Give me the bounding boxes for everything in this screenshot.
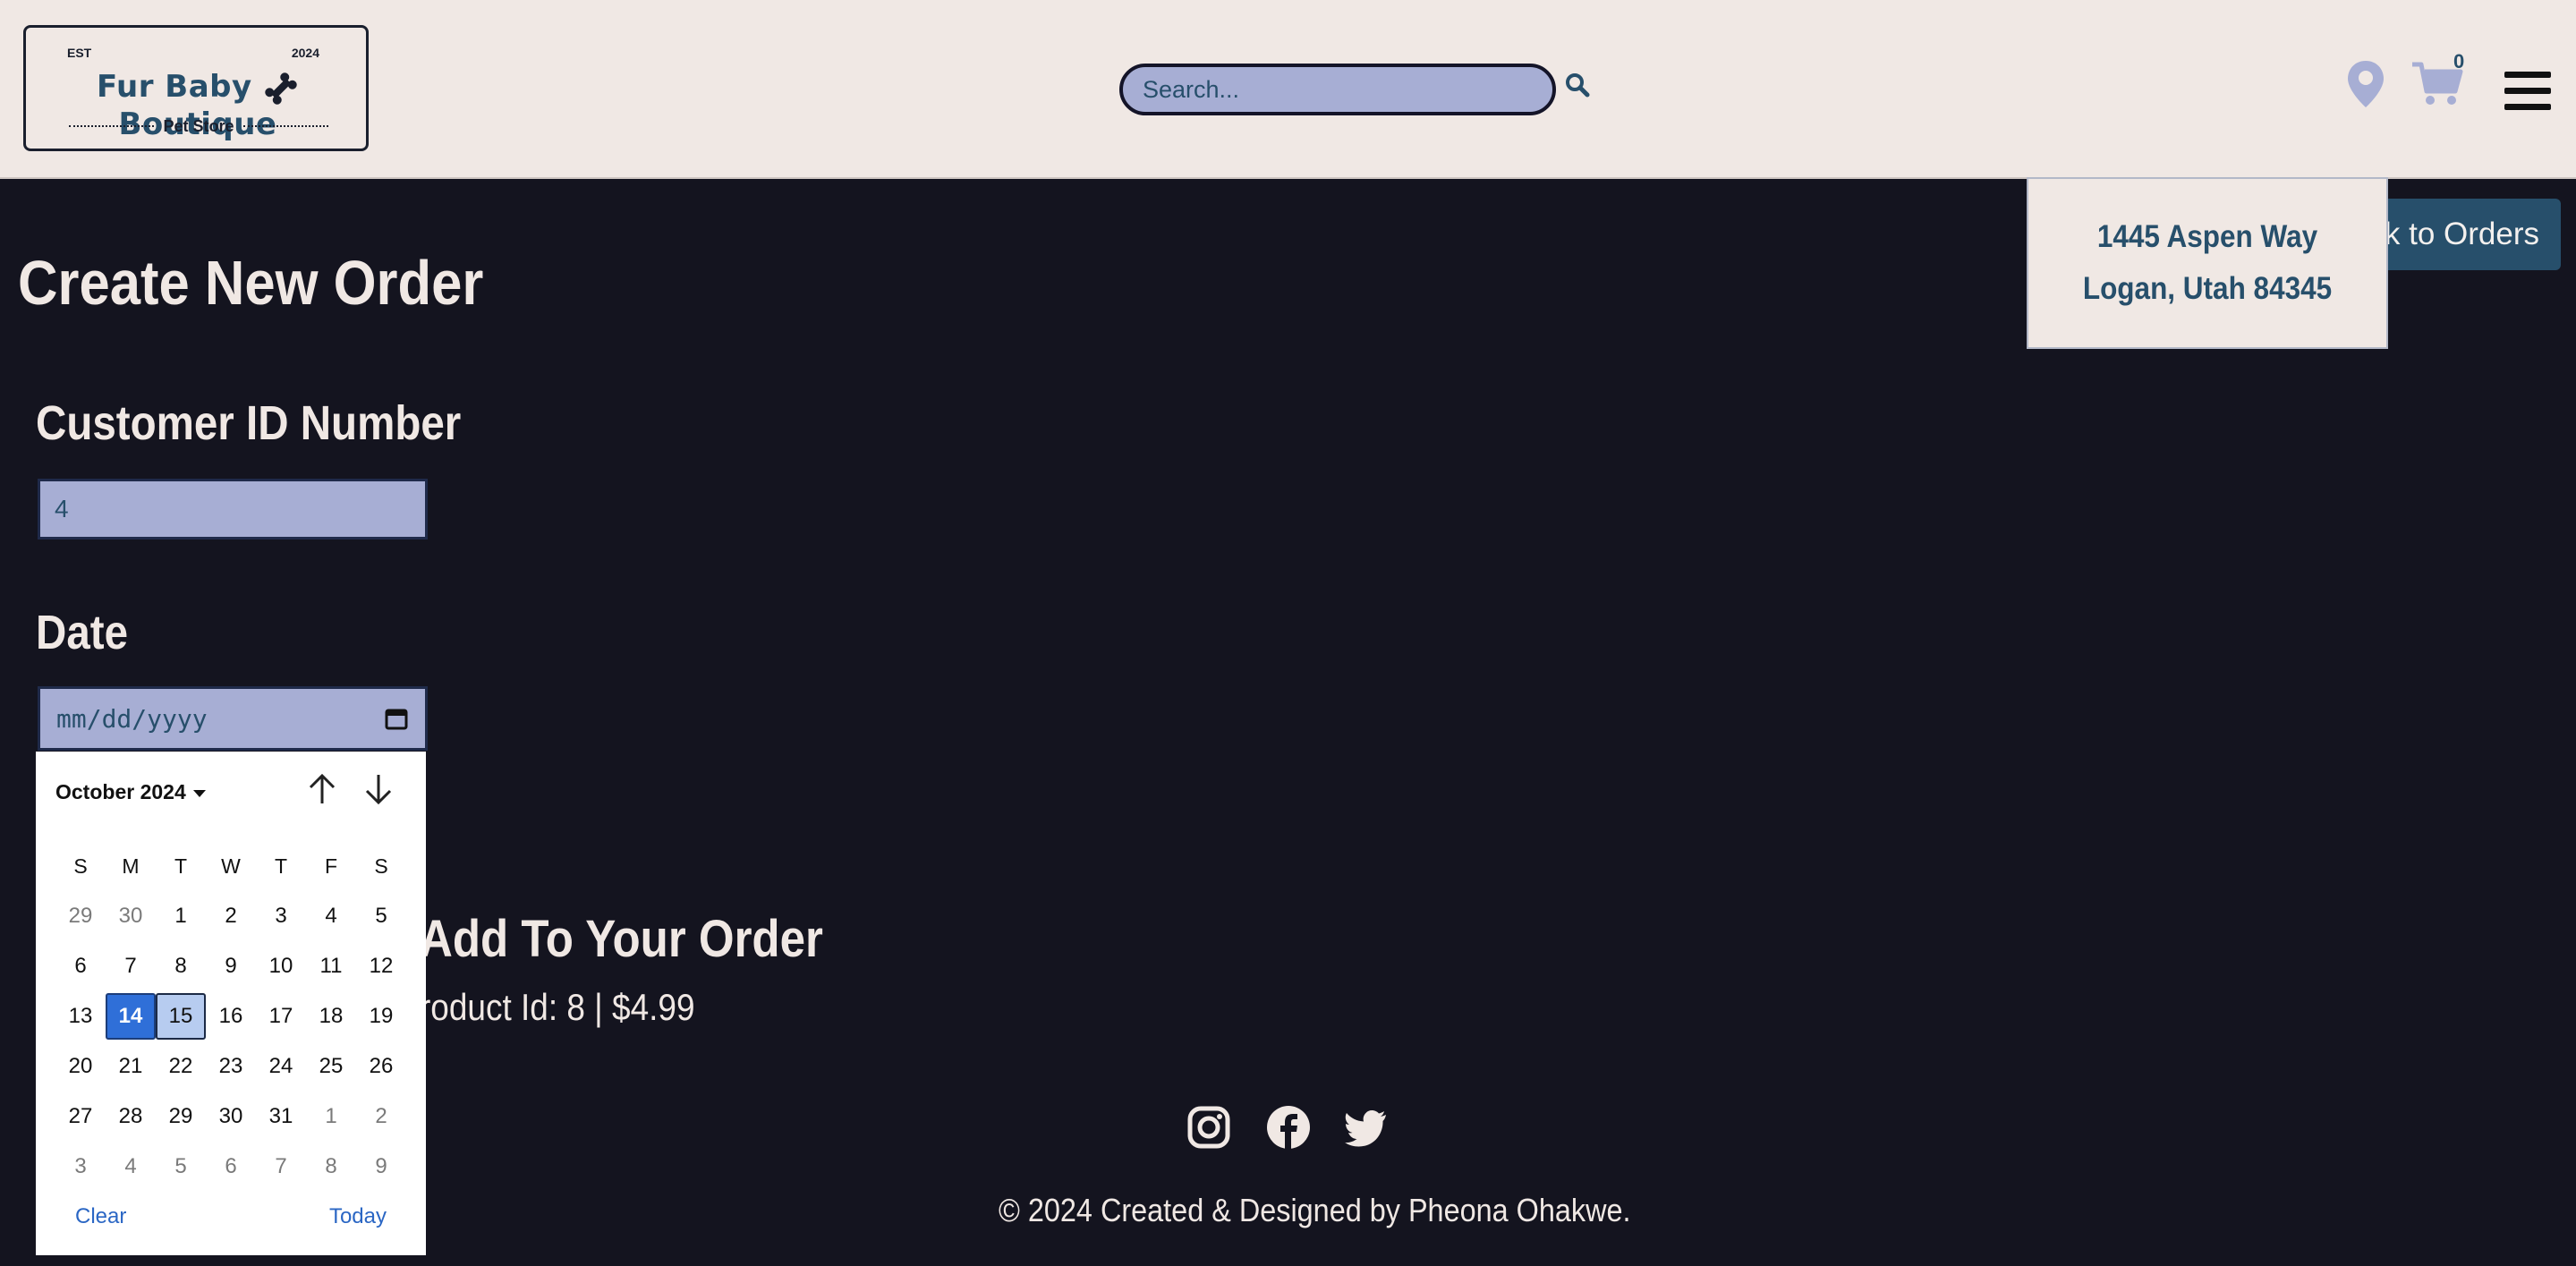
logo-subtitle: Pet Store — [163, 116, 234, 135]
store-logo[interactable]: EST 2024 Fur Baby Boutique Pet Store — [23, 25, 369, 151]
calendar-day[interactable]: 24 — [256, 1043, 306, 1090]
calendar-week-row: 6 7 8 9 10 11 12 — [55, 941, 406, 991]
customer-id-input[interactable] — [38, 479, 428, 540]
map-pin-icon[interactable] — [2346, 59, 2385, 109]
calendar-day[interactable]: 25 — [306, 1043, 356, 1090]
calendar-day[interactable]: 28 — [106, 1093, 156, 1140]
calendar-day[interactable]: 4 — [306, 893, 356, 939]
calendar-day[interactable]: 1 — [306, 1093, 356, 1140]
cart-count-badge: 0 — [2453, 50, 2465, 72]
weekday-label: T — [274, 854, 288, 878]
calendar-day[interactable]: 11 — [306, 943, 356, 990]
calendar-grid: S M T W T F S 29 30 1 2 3 4 5 6 7 8 9 10… — [55, 841, 406, 1192]
calendar-month-label: October 2024 — [55, 780, 186, 803]
calendar-day[interactable]: 16 — [206, 993, 256, 1040]
calendar-day[interactable]: 8 — [156, 943, 206, 990]
calendar-day[interactable]: 29 — [55, 893, 106, 939]
calendar-day[interactable]: 3 — [256, 893, 306, 939]
calendar-day[interactable]: 20 — [55, 1043, 106, 1090]
search-input[interactable] — [1119, 64, 1556, 115]
calendar-day[interactable]: 7 — [106, 943, 156, 990]
search-bar — [1119, 64, 1556, 115]
date-picker-popup: October 2024 S M T W T F S 29 30 1 2 3 4… — [36, 752, 426, 1255]
weekday-label: F — [324, 854, 338, 878]
logo-subtitle-row: Pet Store — [69, 115, 328, 137]
calendar-day[interactable]: 13 — [55, 993, 106, 1040]
logo-est: EST — [67, 46, 92, 60]
calendar-day[interactable]: 18 — [306, 993, 356, 1040]
site-header: EST 2024 Fur Baby Boutique Pet Store Sea… — [0, 0, 2576, 179]
calendar-week-row: 27 28 29 30 31 1 2 — [55, 1092, 406, 1142]
calendar-day[interactable]: 19 — [356, 993, 406, 1040]
calendar-day[interactable]: 17 — [256, 993, 306, 1040]
calendar-day[interactable]: 3 — [55, 1143, 106, 1190]
calendar-day[interactable]: 27 — [55, 1093, 106, 1140]
calendar-day-selected[interactable]: 14 — [106, 993, 156, 1040]
calendar-day[interactable]: 4 — [106, 1143, 156, 1190]
calendar-day[interactable]: 21 — [106, 1043, 156, 1090]
store-address: 1445 Aspen Way Logan, Utah 84345 — [2082, 219, 2333, 306]
calendar-day[interactable]: 10 — [256, 943, 306, 990]
arrow-up-icon[interactable] — [306, 771, 338, 807]
weekday-header-row: S M T W T F S — [55, 841, 406, 891]
calendar-week-row: 13 14 15 16 17 18 19 — [55, 991, 406, 1041]
footer-credit: © 2024 Created & Designed by Pheona Ohak… — [999, 1192, 1631, 1228]
product-line-item[interactable]: roduct Id: 8 | $4.99 — [420, 986, 695, 1029]
calendar-day[interactable]: 6 — [55, 943, 106, 990]
calendar-day[interactable]: 1 — [156, 893, 206, 939]
calendar-day[interactable]: 29 — [156, 1093, 206, 1140]
calendar-day[interactable]: 30 — [206, 1093, 256, 1140]
arrow-down-icon[interactable] — [362, 771, 395, 807]
calendar-today-button[interactable]: Today — [329, 1204, 387, 1229]
calendar-day[interactable]: 2 — [356, 1093, 406, 1140]
weekday-label: S — [73, 854, 88, 878]
add-to-order-heading: Add To Your Order — [420, 910, 823, 968]
calendar-icon[interactable] — [384, 706, 409, 731]
search-icon[interactable] — [1564, 72, 1591, 98]
calendar-day[interactable]: 30 — [106, 893, 156, 939]
calendar-day[interactable]: 9 — [356, 1143, 406, 1190]
logo-dots-right — [242, 125, 328, 127]
calendar-week-row: 3 4 5 6 7 8 9 — [55, 1142, 406, 1192]
calendar-day[interactable]: 9 — [206, 943, 256, 990]
calendar-week-row: 20 21 22 23 24 25 26 — [55, 1041, 406, 1092]
weekday-label: S — [374, 854, 388, 878]
date-label: Date — [36, 606, 129, 659]
calendar-day[interactable]: 22 — [156, 1043, 206, 1090]
weekday-label: M — [122, 854, 140, 878]
calendar-day[interactable]: 6 — [206, 1143, 256, 1190]
calendar-week-row: 29 30 1 2 3 4 5 — [55, 891, 406, 941]
weekday-label: T — [174, 854, 188, 878]
page-title: Create New Order — [18, 248, 484, 318]
calendar-day[interactable]: 7 — [256, 1143, 306, 1190]
calendar-month-select[interactable]: October 2024 — [55, 780, 206, 804]
facebook-icon[interactable] — [1265, 1104, 1312, 1151]
calendar-day[interactable]: 2 — [206, 893, 256, 939]
calendar-day[interactable]: 12 — [356, 943, 406, 990]
date-input[interactable]: mm/dd/yyyy — [38, 686, 428, 751]
bone-icon — [265, 72, 297, 105]
calendar-day[interactable]: 31 — [256, 1093, 306, 1140]
calendar-day[interactable]: 26 — [356, 1043, 406, 1090]
twitter-icon[interactable] — [1343, 1104, 1390, 1151]
logo-year: 2024 — [291, 46, 319, 60]
store-address-popover: 1445 Aspen Way Logan, Utah 84345 — [2027, 177, 2388, 349]
caret-down-icon — [192, 789, 206, 797]
calendar-clear-button[interactable]: Clear — [75, 1204, 126, 1229]
calendar-day-today[interactable]: 15 — [156, 993, 206, 1040]
customer-id-label: Customer ID Number — [36, 396, 462, 450]
instagram-icon[interactable] — [1186, 1104, 1232, 1151]
logo-dots-left — [69, 125, 155, 127]
logo-brand-left: Fur Baby — [96, 69, 252, 105]
hamburger-menu-icon[interactable] — [2504, 72, 2551, 116]
weekday-label: W — [221, 854, 241, 878]
calendar-day[interactable]: 8 — [306, 1143, 356, 1190]
date-placeholder: mm/dd/yyyy — [56, 703, 208, 734]
calendar-day[interactable]: 5 — [356, 893, 406, 939]
calendar-day[interactable]: 5 — [156, 1143, 206, 1190]
calendar-day[interactable]: 23 — [206, 1043, 256, 1090]
